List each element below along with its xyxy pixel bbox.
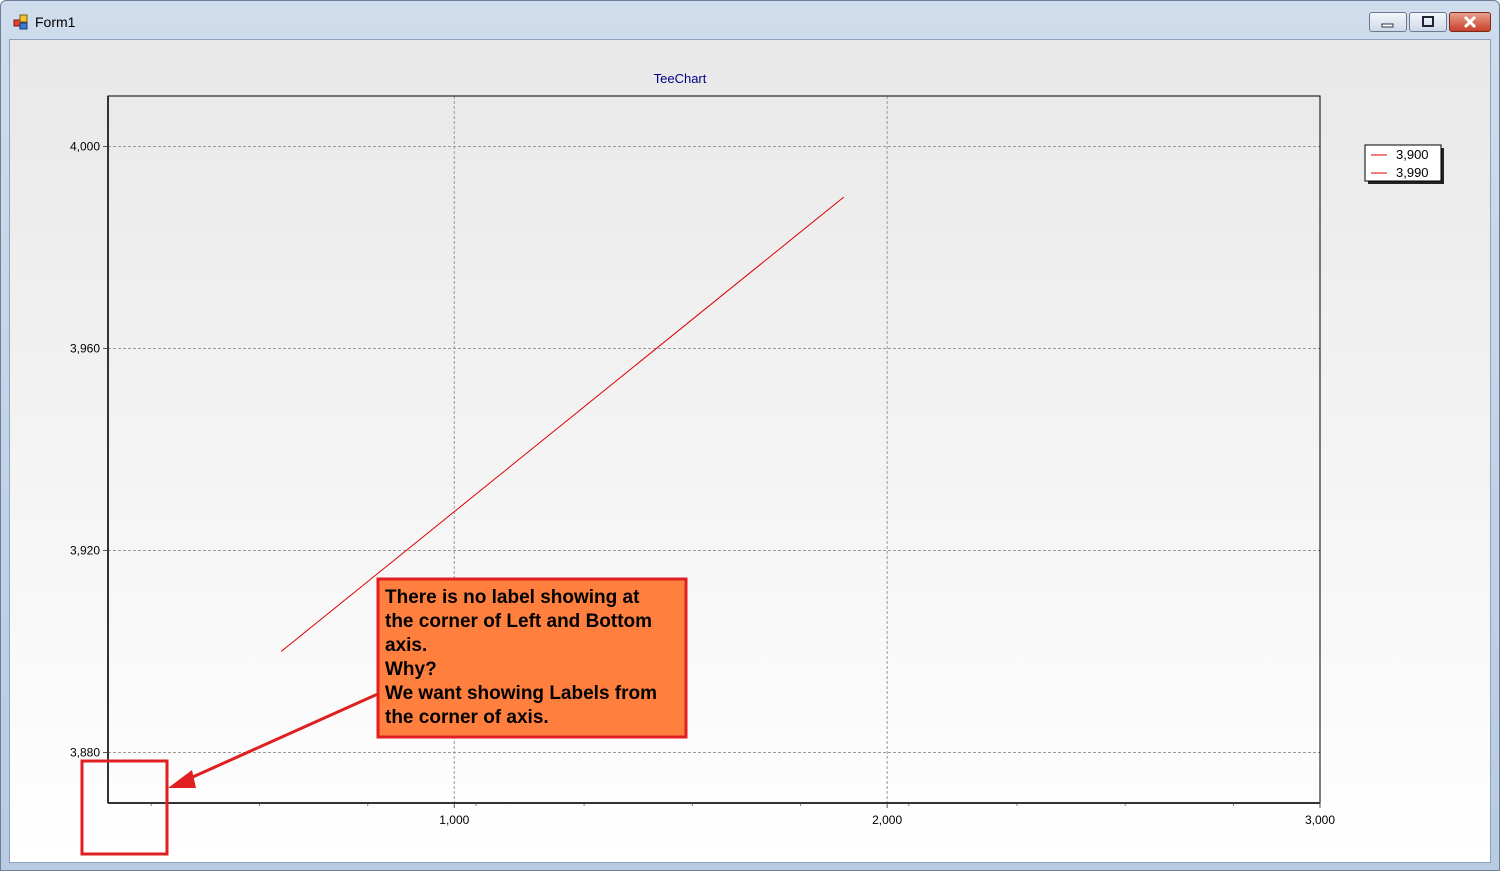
legend: 3,900 3,990 — [1364, 144, 1444, 184]
x-tick-label: 2,000 — [872, 813, 902, 827]
annotation-callout: There is no label showing at the corner … — [376, 577, 688, 739]
grid-lines — [108, 96, 1320, 803]
callout-line-3: axis. — [385, 635, 427, 656]
callout-line-4: Why? — [385, 659, 437, 680]
axis-ticks: 1,000 2,000 3,000 3,880 3,920 3,960 4,000 — [70, 96, 1335, 827]
x-tick-label: 3,000 — [1305, 813, 1335, 827]
annotation-arrow — [168, 691, 381, 788]
highlight-box — [80, 759, 169, 856]
legend-item-1: 3,900 — [1396, 147, 1429, 162]
y-tick-label: 3,880 — [70, 746, 100, 760]
teechart: TeeChart 1,000 2,000 3,000 3,880 3,920 3,960 4… — [70, 71, 1444, 856]
callout-line-2: the corner of Left and Bottom — [385, 611, 652, 632]
y-tick-label: 3,920 — [70, 544, 100, 558]
x-tick-label: 1,000 — [439, 813, 469, 827]
y-tick-label: 3,960 — [70, 342, 100, 356]
legend-item-2: 3,990 — [1396, 165, 1429, 180]
plot-area-frame — [107, 95, 1321, 804]
callout-line-6: the corner of axis. — [385, 707, 549, 728]
callout-line-5: We want showing Labels from — [385, 683, 657, 704]
callout-line-1: There is no label showing at — [385, 587, 640, 608]
chart-title: TeeChart — [654, 71, 707, 86]
y-tick-label: 4,000 — [70, 140, 100, 154]
